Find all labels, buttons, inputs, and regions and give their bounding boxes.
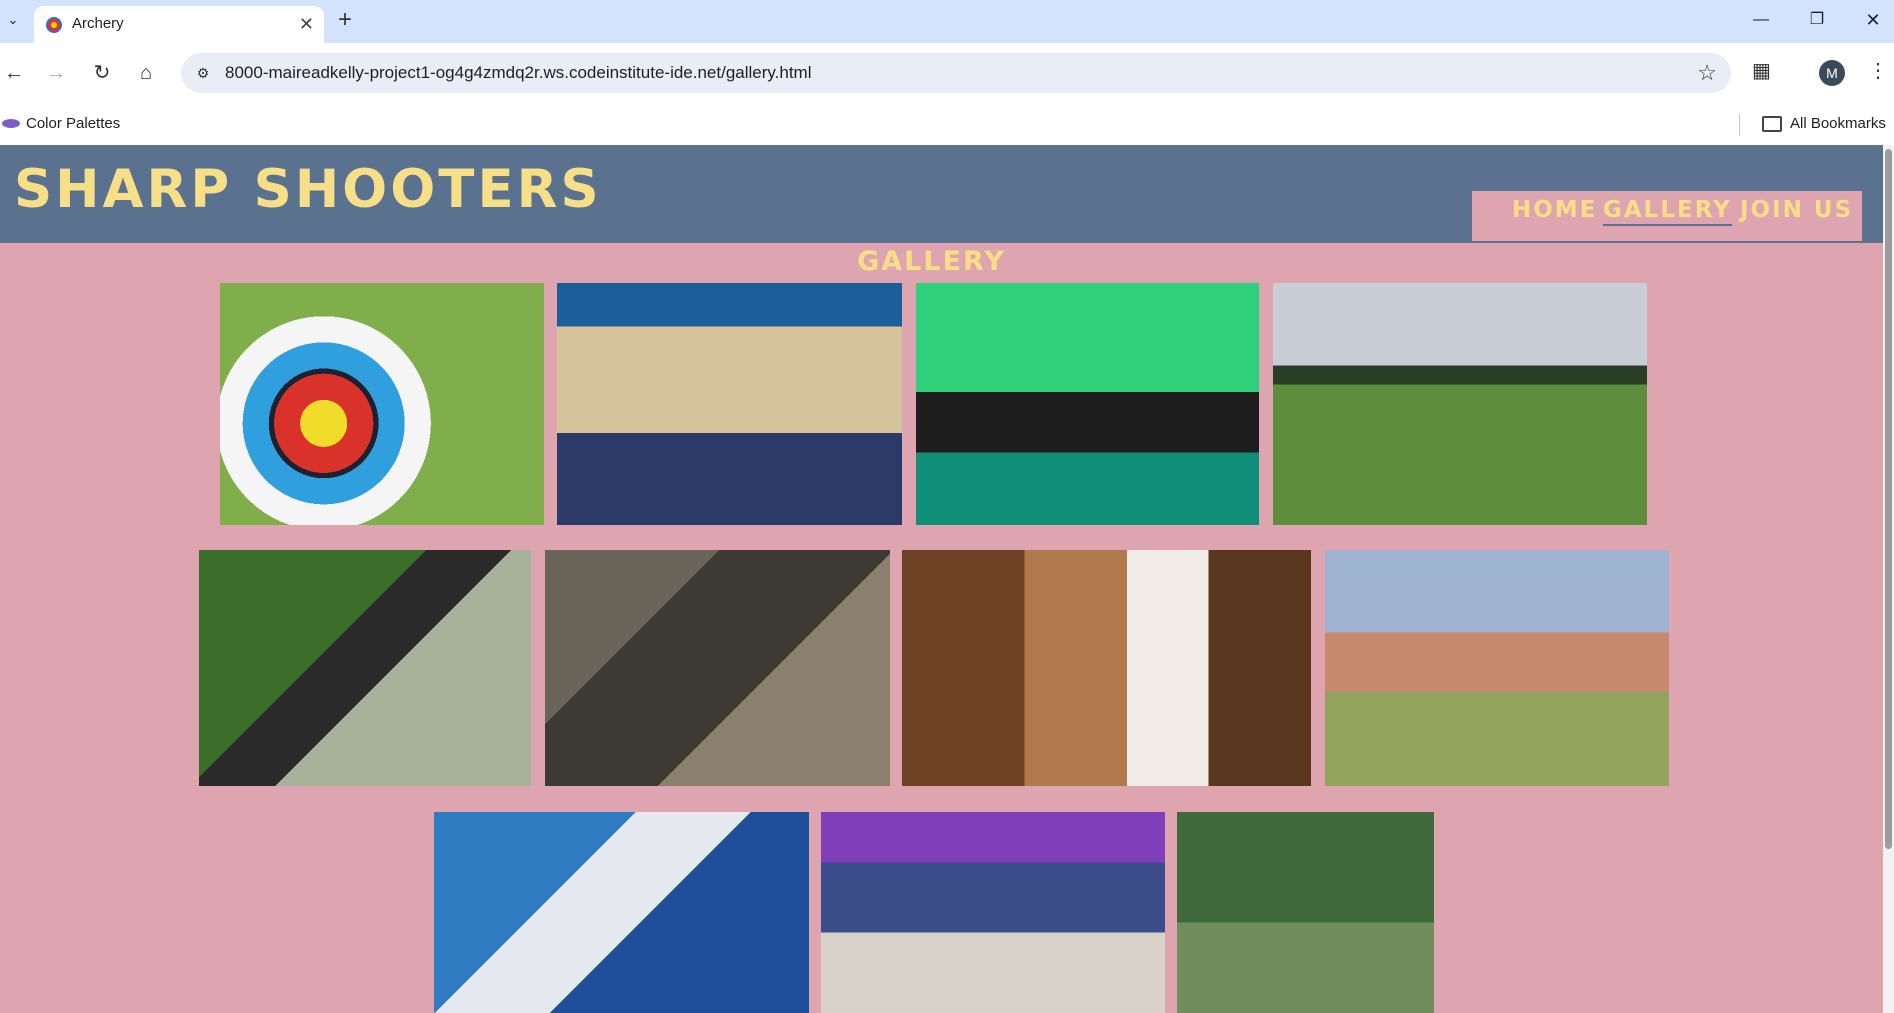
page-scrollbar[interactable]	[1883, 145, 1894, 1013]
window-close-icon[interactable]: ✕	[1853, 8, 1893, 32]
archery-favicon-icon	[46, 17, 62, 33]
gallery-photo-indoor-range-archers[interactable]	[916, 283, 1259, 525]
page-viewport: SHARP SHOOTERS HOME GALLERY JOIN US GALL…	[0, 145, 1883, 1013]
back-icon[interactable]: ←	[0, 59, 28, 87]
gallery-photo-kids-indoor-archery[interactable]	[557, 283, 902, 525]
tab-list-chevron-icon[interactable]: ⌄	[2, 9, 24, 31]
browser-tab[interactable]: Archery ✕	[34, 6, 324, 43]
gallery-photo-target-arrows[interactable]	[220, 283, 544, 525]
bookmark-star-icon[interactable]: ☆	[1697, 60, 1717, 86]
folder-icon	[1762, 116, 1782, 133]
bookmarks-bar: Color Palettes All Bookmarks	[0, 104, 1894, 145]
gallery-photo-coach-and-child[interactable]	[199, 550, 531, 786]
all-bookmarks-button[interactable]: All Bookmarks	[1762, 112, 1886, 136]
gallery-photo-camouflage-bowhunter[interactable]	[545, 550, 890, 786]
scrollbar-thumb[interactable]	[1885, 149, 1892, 849]
browser-toolbar: ← → ↻ ⌂ ⚙ 8000-maireadkelly-project1-og4…	[0, 43, 1894, 104]
site-info-icon[interactable]: ⚙	[193, 63, 213, 83]
gallery-heading: GALLERY	[857, 246, 1006, 277]
tab-strip: ⌄ Archery ✕ + — ❐ ✕	[0, 0, 1894, 43]
bookmarks-divider	[1739, 114, 1740, 136]
url-text[interactable]: 8000-maireadkelly-project1-og4g4zmdq2r.w…	[225, 63, 811, 83]
new-tab-icon[interactable]: +	[338, 6, 352, 34]
gallery-photo-compound-competition[interactable]	[434, 812, 809, 1013]
nav-gallery-link[interactable]: GALLERY	[1603, 197, 1732, 226]
tab-close-icon[interactable]: ✕	[299, 14, 314, 34]
bookmark-color-palettes[interactable]: Color Palettes	[0, 112, 120, 136]
browser-menu-icon[interactable]: ⋮	[1868, 58, 1888, 83]
nav-join-link[interactable]: JOIN US	[1740, 197, 1853, 223]
site-brand[interactable]: SHARP SHOOTERS	[14, 159, 602, 220]
reload-icon[interactable]: ↻	[88, 59, 116, 87]
gallery-photo-outdoor-group-recurve[interactable]	[1325, 550, 1669, 786]
gallery-photo-outdoor-field-line[interactable]	[1273, 283, 1647, 525]
minimize-icon[interactable]: —	[1741, 8, 1781, 32]
gallery-photo-woman-longbow[interactable]	[1177, 812, 1434, 1013]
forward-icon[interactable]: →	[42, 59, 70, 87]
extensions-puzzle-icon[interactable]: ▦	[1752, 58, 1776, 82]
all-bookmarks-label: All Bookmarks	[1790, 115, 1886, 132]
address-bar[interactable]: ⚙ 8000-maireadkelly-project1-og4g4zmdq2r…	[181, 53, 1731, 93]
gallery-photo-redhead-archer[interactable]	[902, 550, 1311, 786]
home-icon[interactable]: ⌂	[132, 59, 160, 87]
main-nav: HOME GALLERY JOIN US	[1472, 191, 1862, 241]
profile-avatar[interactable]: M	[1819, 60, 1845, 86]
palette-icon	[2, 119, 20, 129]
gallery-photo-crowd-tournament[interactable]	[821, 812, 1165, 1013]
tab-title: Archery	[72, 15, 124, 32]
restore-icon[interactable]: ❐	[1797, 8, 1837, 32]
nav-home-link[interactable]: HOME	[1512, 197, 1597, 223]
site-header: SHARP SHOOTERS HOME GALLERY JOIN US	[0, 145, 1883, 243]
bookmark-label: Color Palettes	[26, 115, 121, 132]
